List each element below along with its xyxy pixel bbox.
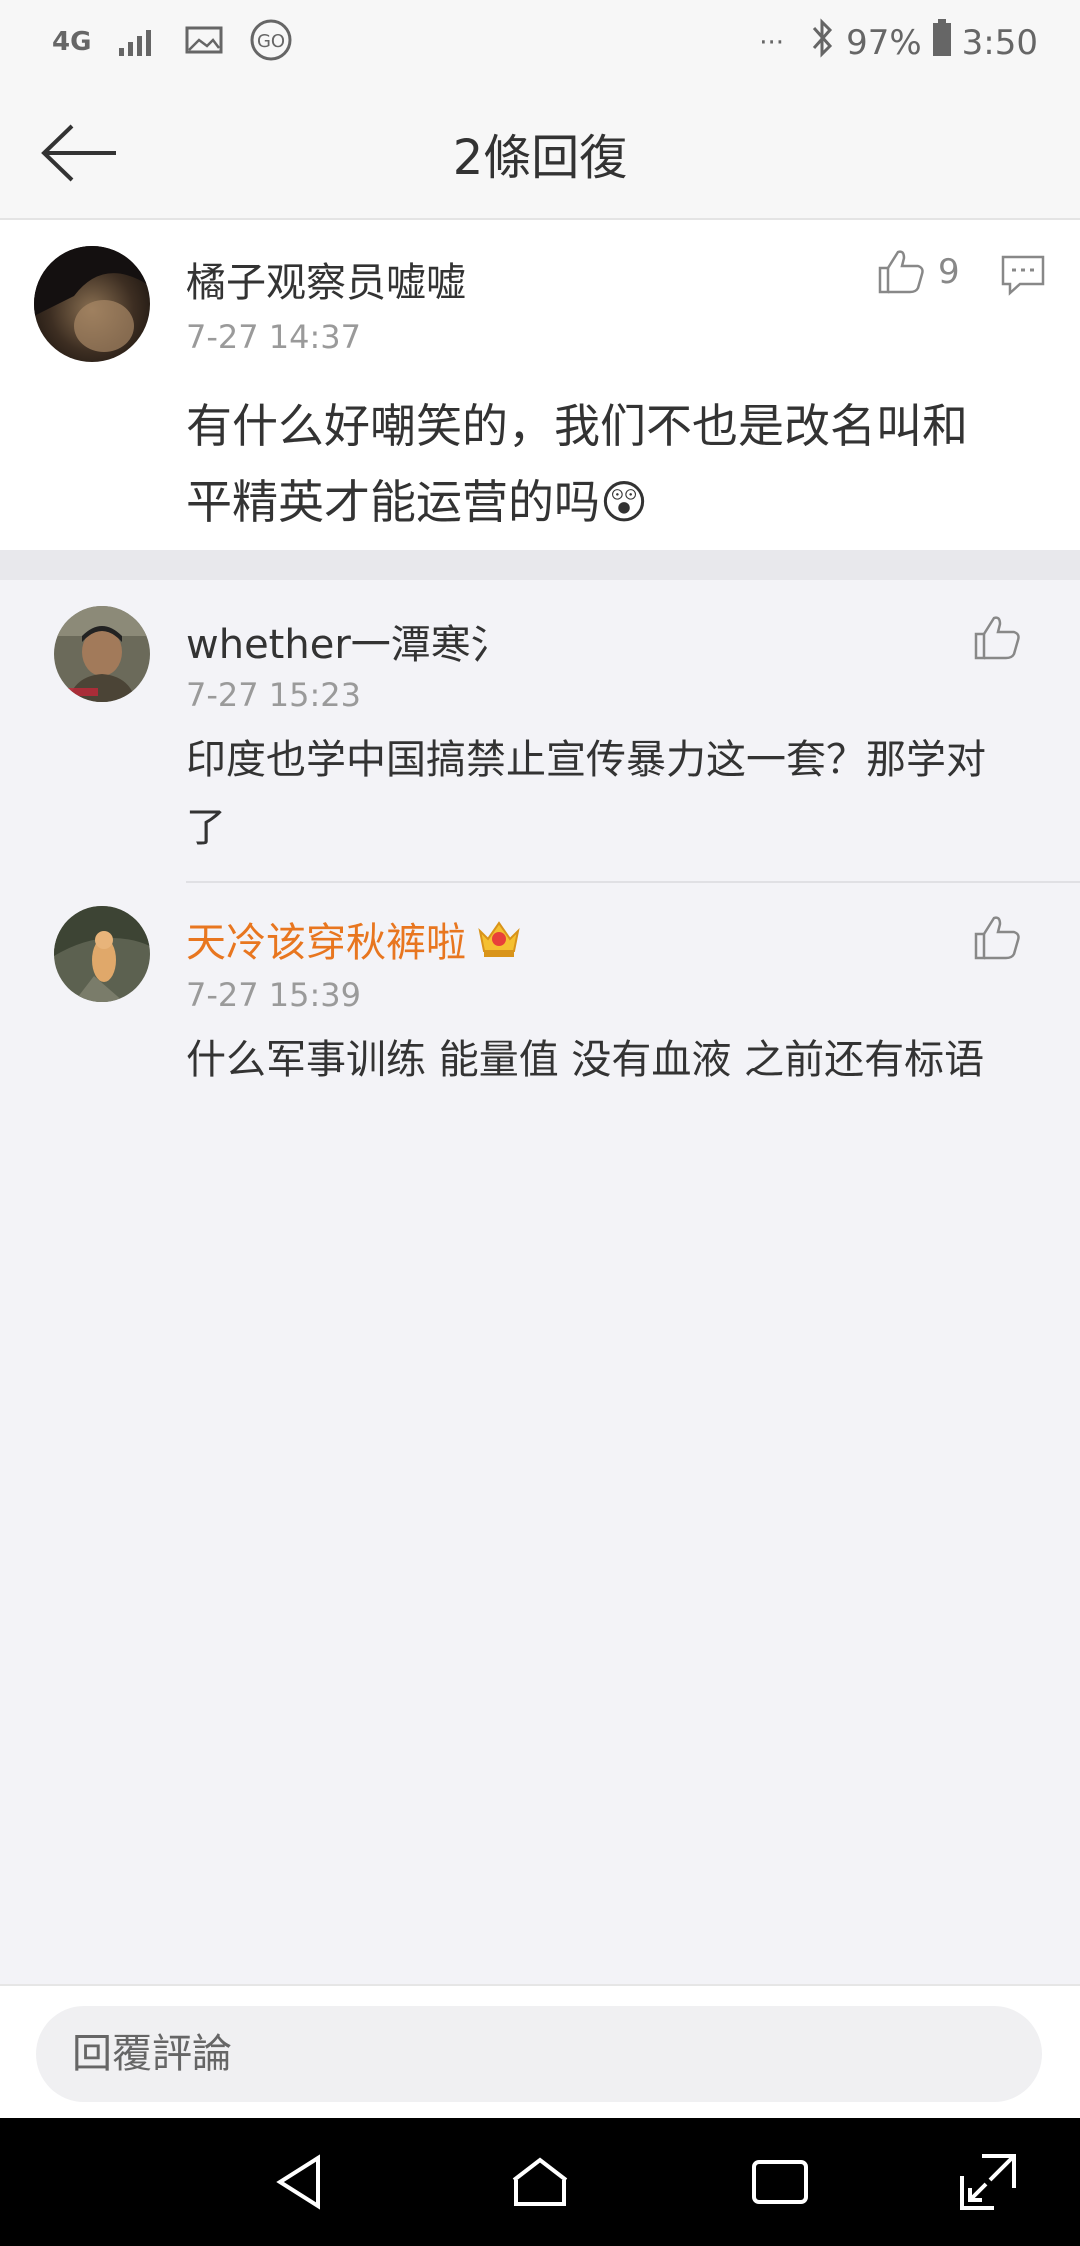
comment-icon[interactable] [1000, 254, 1046, 296]
reply-author[interactable]: 天冷该穿秋裤啦 [186, 910, 522, 968]
battery-icon [932, 19, 952, 66]
section-divider [0, 550, 1080, 580]
header-bar: 2條回復 [0, 88, 1080, 220]
back-triangle-icon[interactable] [268, 2150, 332, 2214]
reply-input[interactable]: 回覆評論 [36, 2006, 1042, 2102]
comment-time: 7-27 14:37 [186, 318, 362, 356]
comment-author[interactable]: 橘子观察员嘘嘘 [186, 250, 466, 308]
reply-item: whether一潭寒氵 7-27 15:23 印度也学中国搞禁止宣传暴力这一套？… [0, 580, 1080, 882]
main-comment: 橘子观察员嘘嘘 7-27 14:37 9 有什么好嘲笑的，我们不也是改名叫和 平… [0, 220, 1080, 550]
home-icon[interactable] [508, 2150, 572, 2214]
svg-text:GO: GO [257, 31, 285, 52]
system-navigation-bar [0, 2118, 1080, 2246]
more-dots: ··· [759, 27, 785, 58]
reply-text-line: 印度也学中国搞禁止宣传暴力这一套？那学对 [186, 737, 986, 783]
status-right-icons: ··· 97% 3:50 [759, 18, 1038, 67]
reply-author[interactable]: whether一潭寒氵 [186, 612, 511, 670]
expand-icon[interactable] [956, 2150, 1020, 2214]
avatar[interactable] [54, 906, 150, 1002]
surprised-emoji-icon: 😲 [600, 475, 648, 529]
reply-text: 什么军事训练 能量值 没有血液 之前还有标语 [186, 1026, 984, 1094]
reply-text-line: 了 [186, 805, 226, 851]
thumbs-up-icon[interactable] [972, 612, 1022, 662]
reply-item: 天冷该穿秋裤啦 7-27 15:39 什么军事训练 能量值 没有血液 之前还有标… [0, 882, 1080, 1102]
comment-text-line: 有什么好嘲笑的，我们不也是改名叫和 [186, 399, 968, 453]
reply-text: 印度也学中国搞禁止宣传暴力这一套？那学对 了 [186, 726, 986, 862]
crown-badge-icon [476, 917, 522, 961]
signal-icon [117, 24, 159, 60]
reply-text-line: 什么军事训练 能量值 没有血液 之前还有标语 [186, 1037, 985, 1083]
like-count: 9 [938, 252, 960, 292]
reply-time: 7-27 15:39 [186, 976, 362, 1014]
recents-icon[interactable] [748, 2150, 812, 2214]
reply-time: 7-27 15:23 [186, 676, 362, 714]
reply-bar: 回覆評論 [0, 1984, 1080, 2120]
thumbs-up-icon[interactable] [972, 912, 1022, 962]
status-left-icons: 4G GO [52, 18, 293, 66]
avatar[interactable] [34, 246, 150, 362]
go-icon: GO [249, 18, 293, 66]
clock: 3:50 [961, 22, 1038, 63]
status-bar: 4G GO ··· 97% 3:50 [0, 0, 1080, 88]
reply-author-name: 天冷该穿秋裤啦 [186, 920, 466, 966]
comment-text-line: 平精英才能运营的吗😲 [186, 475, 648, 529]
comment-text: 有什么好嘲笑的，我们不也是改名叫和 平精英才能运营的吗😲 [186, 388, 968, 540]
avatar[interactable] [54, 606, 150, 702]
image-icon [185, 24, 223, 60]
bluetooth-icon [808, 18, 836, 67]
battery-percent: 97% [846, 22, 922, 63]
page-title: 2條回復 [452, 130, 628, 186]
thumbs-up-icon[interactable] [876, 246, 926, 296]
network-4g-icon: 4G [52, 27, 92, 57]
